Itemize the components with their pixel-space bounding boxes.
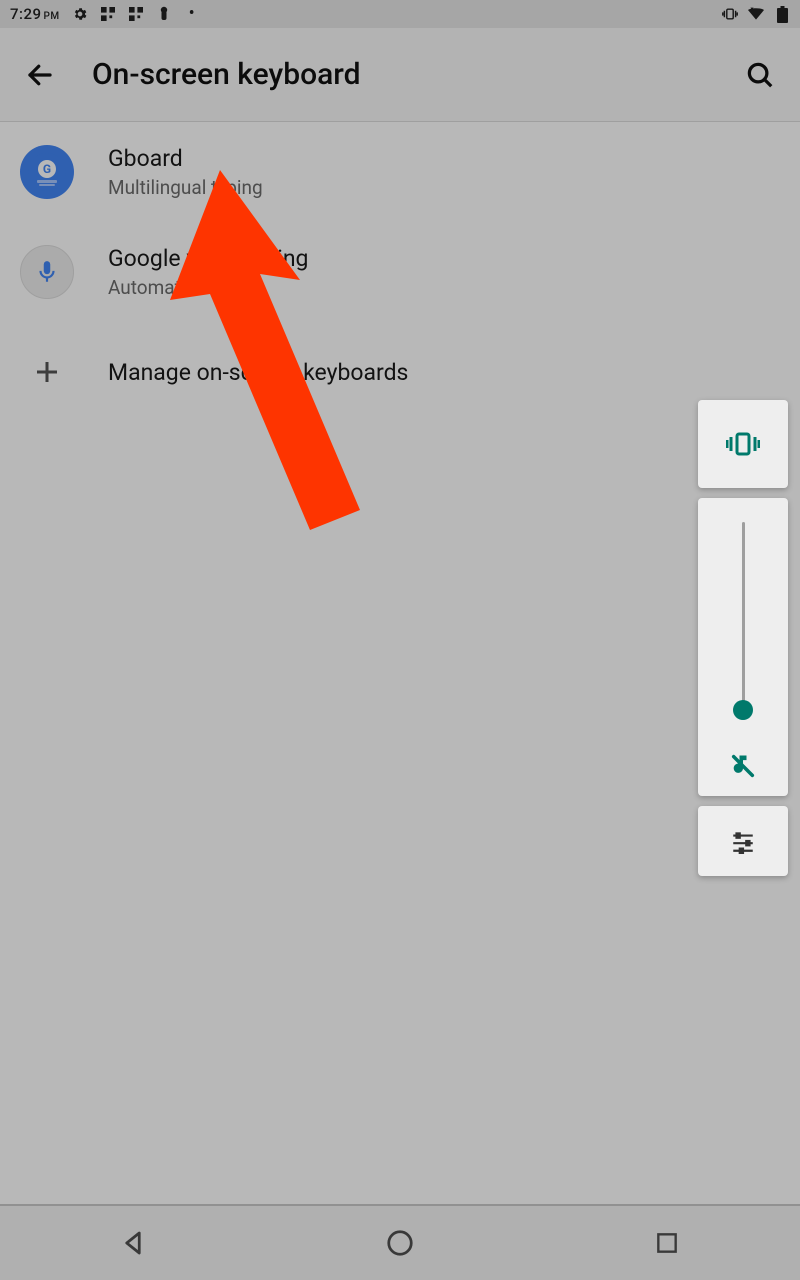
nav-home-button[interactable] [370,1213,430,1273]
vibrate-icon [726,431,760,457]
battery-icon [774,6,790,22]
plus-icon [20,357,74,387]
sliders-icon [730,828,756,854]
volume-settings-button[interactable] [698,806,788,876]
status-time-value: 7:29 [10,5,42,23]
voice-typing-icon [20,245,74,299]
square-recent-icon [654,1230,680,1256]
list-item-voice-typing[interactable]: Google voice typing Automatic [0,222,800,322]
list-item-subtitle: Multilingual typing [108,176,263,199]
vibrate-icon [722,6,738,22]
search-button[interactable] [740,55,780,95]
media-output-button[interactable] [729,736,757,796]
navigation-bar [0,1204,800,1280]
status-time-ampm: PM [44,11,60,22]
list-item-gboard[interactable]: G Gboard Multilingual typing [0,122,800,222]
list-item-subtitle: Automatic [108,276,308,299]
svg-text:G: G [43,162,51,176]
dot-icon: • [184,6,200,22]
list-item-manage[interactable]: Manage on-screen keyboards [0,322,800,422]
arrow-left-icon [25,60,55,90]
ringer-mode-button[interactable] [698,400,788,488]
list-item-title: Gboard [108,145,263,172]
page-title: On-screen keyboard [92,57,361,92]
lock-icon [156,6,172,22]
apps-icon [100,6,116,22]
app-bar: On-screen keyboard [0,28,800,122]
search-icon [745,60,775,90]
apps-icon-2 [128,6,144,22]
volume-slider-thumb[interactable] [733,700,753,720]
list-item-title: Manage on-screen keyboards [108,359,408,386]
gear-icon [72,6,88,22]
wifi-icon [748,6,764,22]
note-off-icon [729,752,757,780]
gboard-app-icon: G [20,145,74,199]
circle-home-icon [385,1228,415,1258]
status-time: 7:29PM [10,5,60,23]
status-bar: 7:29PM • [0,0,800,28]
keyboard-list: G Gboard Multilingual typing Google voic… [0,122,800,422]
nav-back-button[interactable] [103,1213,163,1273]
list-item-title: Google voice typing [108,245,308,272]
nav-recent-button[interactable] [637,1213,697,1273]
microphone-icon [34,259,60,285]
triangle-back-icon [118,1228,148,1258]
back-button[interactable] [20,55,60,95]
volume-panel [698,400,788,876]
volume-slider[interactable] [742,498,745,736]
